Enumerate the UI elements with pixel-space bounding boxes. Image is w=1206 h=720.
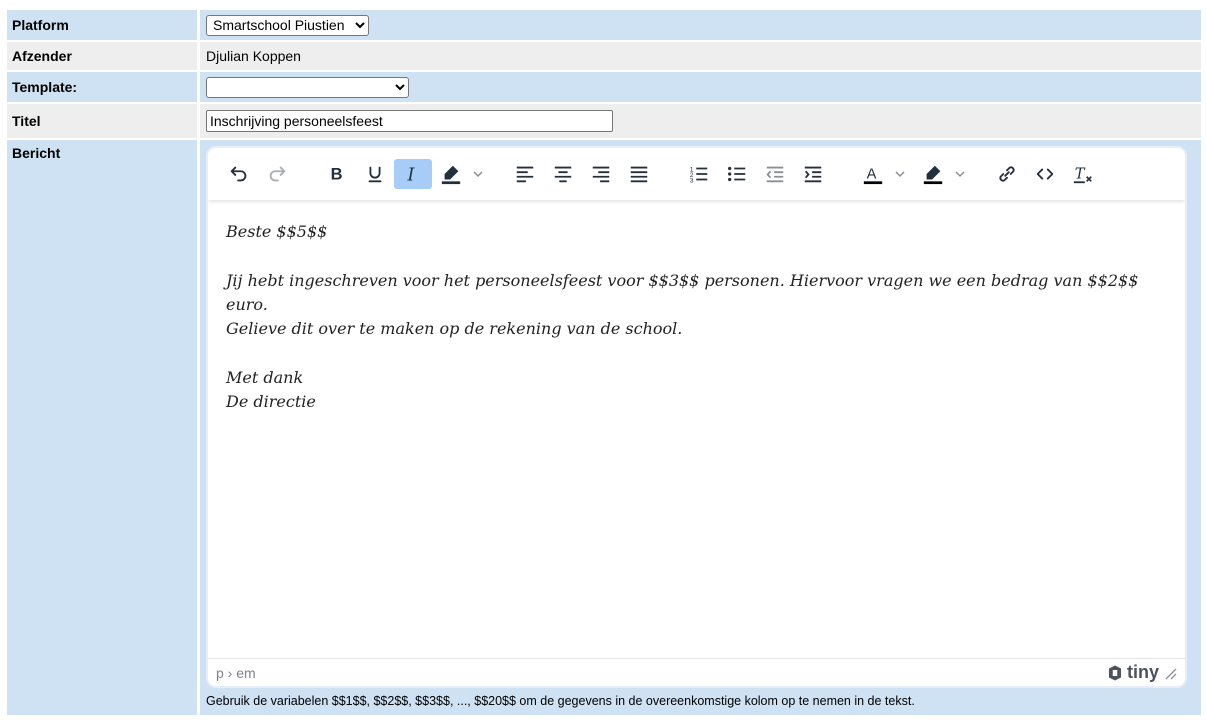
justify-icon bbox=[630, 166, 648, 183]
align-right-icon bbox=[592, 166, 610, 183]
background-color-button[interactable] bbox=[914, 159, 974, 189]
italic-icon: I bbox=[407, 165, 416, 185]
bullet-list-icon bbox=[728, 166, 746, 182]
svg-text:A: A bbox=[867, 167, 877, 183]
content-line-signature: De directie bbox=[226, 392, 316, 411]
chevron-down-icon bbox=[955, 171, 965, 178]
afzender-row: Afzender Djulian Koppen bbox=[7, 42, 1201, 70]
titel-input[interactable] bbox=[206, 110, 613, 132]
align-left-button[interactable] bbox=[506, 159, 544, 189]
content-line-greeting: Beste $$5$$ bbox=[226, 222, 328, 241]
template-select[interactable] bbox=[206, 76, 409, 98]
tiny-brand[interactable]: tiny bbox=[1106, 662, 1177, 683]
svg-text:T: T bbox=[1075, 166, 1086, 183]
justify-button[interactable] bbox=[620, 159, 658, 189]
platform-row: Platform Smartschool Piustien bbox=[7, 10, 1201, 40]
code-icon bbox=[1036, 168, 1054, 180]
redo-button[interactable] bbox=[258, 159, 296, 189]
variables-help-text: Gebruik de variabelen $$1$$, $$2$$, $$3$… bbox=[206, 694, 915, 708]
content-line-payment: Gelieve dit over te maken op de rekening… bbox=[226, 319, 683, 338]
element-path[interactable]: p › em bbox=[216, 665, 256, 681]
indent-icon bbox=[804, 166, 822, 183]
text-color-button[interactable]: A bbox=[854, 159, 914, 189]
underline-button[interactable] bbox=[356, 159, 394, 189]
underline-icon bbox=[368, 166, 382, 183]
indent-button[interactable] bbox=[794, 159, 832, 189]
bericht-label: Bericht bbox=[7, 140, 197, 715]
platform-label: Platform bbox=[7, 10, 197, 40]
content-line-closing: Met dank bbox=[226, 368, 304, 387]
align-left-icon bbox=[516, 166, 534, 183]
outdent-button[interactable] bbox=[756, 159, 794, 189]
italic-button[interactable]: I bbox=[394, 159, 432, 189]
align-center-icon bbox=[554, 166, 572, 183]
chevron-down-icon bbox=[895, 171, 905, 178]
platform-value-cell: Smartschool Piustien bbox=[200, 10, 1201, 40]
editor-content[interactable]: Beste $$5$$ Jij hebt ingeschreven voor h… bbox=[208, 200, 1185, 434]
undo-button[interactable] bbox=[220, 159, 258, 189]
align-center-button[interactable] bbox=[544, 159, 582, 189]
highlight-button[interactable] bbox=[432, 159, 492, 189]
template-row: Template: bbox=[7, 72, 1201, 102]
editor-toolbar: B I 1 2 3 A T bbox=[208, 148, 1185, 200]
outdent-icon bbox=[766, 166, 784, 183]
code-button[interactable] bbox=[1026, 159, 1064, 189]
align-right-button[interactable] bbox=[582, 159, 620, 189]
tiny-brand-label: tiny bbox=[1126, 662, 1159, 682]
clear-formatting-button[interactable]: T bbox=[1064, 159, 1102, 189]
message-form: Platform Smartschool Piustien Afzender D… bbox=[7, 10, 1201, 717]
redo-icon bbox=[269, 166, 286, 182]
resize-handle-icon[interactable] bbox=[1163, 666, 1177, 680]
editor-statusbar: p › em tiny bbox=[208, 658, 1185, 686]
link-button[interactable] bbox=[988, 159, 1026, 189]
bold-button[interactable]: B bbox=[318, 159, 356, 189]
bericht-row: Bericht B I 1 2 3 A T Beste $$5$$ Jij he… bbox=[7, 140, 1201, 715]
content-line-body: Jij hebt ingeschreven voor het personeel… bbox=[226, 271, 1139, 314]
svg-text:3: 3 bbox=[690, 177, 694, 184]
titel-label: Titel bbox=[7, 104, 197, 138]
chevron-down-icon bbox=[473, 171, 483, 178]
template-label: Template: bbox=[7, 72, 197, 102]
rich-text-editor: B I 1 2 3 A T Beste $$5$$ Jij hebt inges… bbox=[206, 146, 1187, 688]
bold-icon: B bbox=[331, 166, 343, 184]
highlight-icon bbox=[441, 165, 461, 185]
svg-text:I: I bbox=[407, 165, 416, 185]
svg-text:B: B bbox=[331, 166, 343, 184]
platform-select[interactable]: Smartschool Piustien bbox=[206, 14, 369, 36]
numbered-list-button[interactable]: 123 bbox=[680, 159, 718, 189]
undo-icon bbox=[230, 166, 247, 182]
afzender-label: Afzender bbox=[7, 42, 197, 70]
bullet-list-button[interactable] bbox=[718, 159, 756, 189]
tiny-logo-icon bbox=[1108, 665, 1121, 680]
titel-row: Titel bbox=[7, 104, 1201, 138]
text-color-icon: A bbox=[863, 167, 883, 185]
link-icon bbox=[999, 166, 1015, 182]
titel-value-cell bbox=[200, 104, 1201, 138]
clear-formatting-icon: T bbox=[1073, 166, 1092, 184]
numbered-list-icon: 123 bbox=[690, 166, 708, 184]
background-color-icon bbox=[923, 165, 943, 185]
bericht-value-cell: B I 1 2 3 A T Beste $$5$$ Jij hebt inges… bbox=[200, 140, 1201, 715]
afzender-value: Djulian Koppen bbox=[200, 42, 1201, 70]
template-value-cell bbox=[200, 72, 1201, 102]
